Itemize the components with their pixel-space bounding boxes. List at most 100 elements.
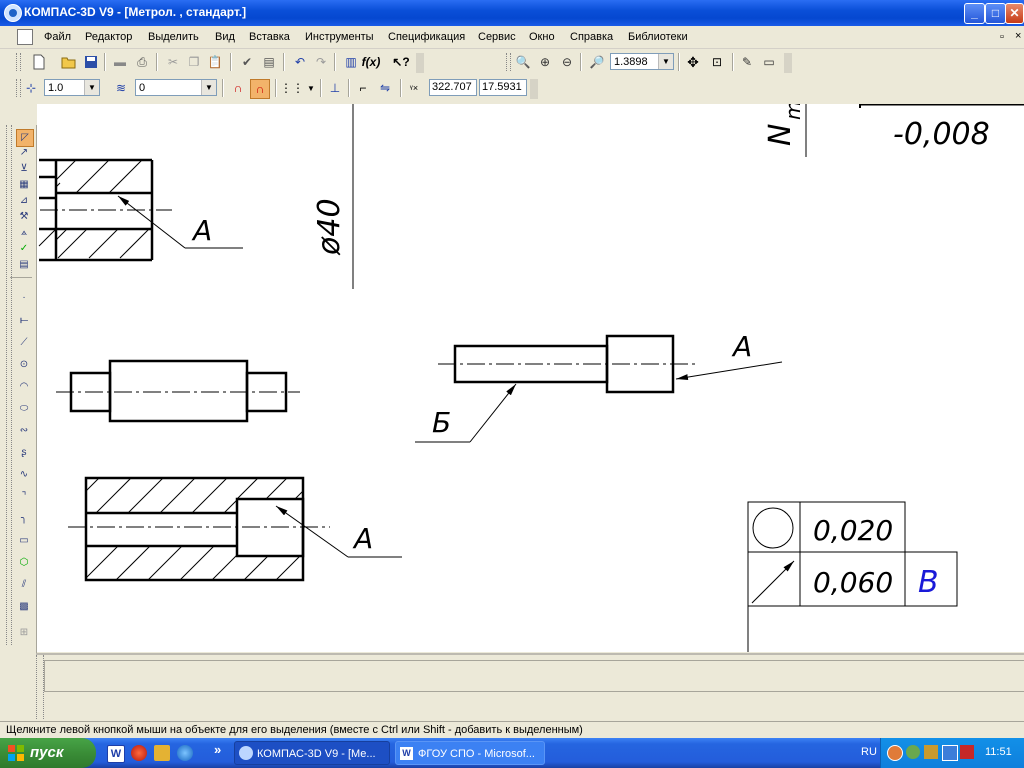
ellipse-tool-icon[interactable]: ⬭ (16, 401, 32, 417)
tray-shield-icon[interactable] (942, 745, 958, 761)
zoom-in-icon[interactable]: ⊕ (536, 53, 554, 71)
nurbs-tool-icon[interactable]: ʂ (16, 445, 32, 461)
menu-insert[interactable]: Вставка (249, 31, 290, 43)
toolbar-grip[interactable] (506, 53, 511, 71)
round-icon[interactable]: ⌐ (354, 79, 372, 97)
word-quicklaunch-icon[interactable]: W (107, 745, 125, 763)
title-bar[interactable]: КОМПАС-3D V9 - [Метрол. , стандарт.] _ □… (0, 0, 1024, 26)
tray-expand-icon[interactable] (887, 745, 903, 761)
variables-icon[interactable]: ▥ (342, 53, 360, 71)
new-icon[interactable] (30, 53, 48, 71)
style-combo[interactable]: 1.0 ▼ (44, 79, 100, 96)
menu-libraries[interactable]: Библиотеки (628, 31, 688, 43)
drawing-svg[interactable]: A A Б A -0,008 0,020 0,060 B ø40 N ma (37, 104, 1024, 652)
open-icon[interactable] (60, 53, 78, 71)
shaft-part-right[interactable] (415, 334, 783, 443)
sleeve-part-bottom[interactable] (68, 476, 402, 582)
diameter-label[interactable]: ø40 (312, 198, 347, 256)
label-a-top[interactable]: A (191, 214, 212, 247)
n-subscript[interactable]: ma (781, 104, 805, 120)
language-indicator[interactable]: RU (861, 746, 877, 758)
stepped-shaft-part[interactable] (56, 359, 300, 423)
params-icon[interactable]: ⇋ (376, 79, 394, 97)
measure-tab-icon[interactable]: ⚒ (16, 209, 32, 225)
maximize-button[interactable]: □ (985, 3, 1006, 24)
close-button[interactable]: ✕ (1005, 3, 1024, 24)
start-button[interactable]: пуск (0, 738, 96, 768)
toolbar-grip[interactable] (16, 79, 21, 97)
arc-tool-icon[interactable]: ◠ (16, 379, 32, 395)
preview-icon[interactable]: ⎙ (133, 53, 151, 71)
toolbar-overflow-icon[interactable] (416, 53, 424, 73)
reports-tab-icon[interactable]: ▤ (16, 257, 32, 273)
select-tab-icon[interactable]: ⟑ (16, 225, 32, 241)
snap-local-icon[interactable]: ∩ (250, 79, 270, 99)
circle-tool-icon[interactable]: ⊙ (16, 357, 32, 373)
snap-icon[interactable]: ∩ (229, 79, 247, 97)
parametrization-tab-icon[interactable]: ⊿ (16, 193, 32, 209)
ie-quicklaunch-icon[interactable] (177, 745, 193, 761)
properties-icon[interactable]: ✔ (238, 53, 256, 71)
kompas-app-icon[interactable] (4, 4, 22, 22)
n-label[interactable]: N (763, 124, 798, 146)
auxiliary-line-tool-icon[interactable]: ⟝ (16, 313, 32, 329)
toolbar-overflow-icon[interactable] (530, 79, 538, 99)
dimensions-tab-icon[interactable]: ↗ (16, 145, 32, 161)
segment-tool-icon[interactable]: ⟋ (16, 335, 32, 351)
display-mode-icon[interactable]: ▭ (760, 53, 778, 71)
menu-specification[interactable]: Спецификация (388, 31, 465, 43)
label-a-right[interactable]: A (731, 330, 752, 363)
fillet-tool-icon[interactable]: ╮ (16, 511, 32, 527)
copy-icon[interactable]: ❐ (185, 53, 203, 71)
polygon-tool-icon[interactable]: ⬡ (16, 555, 32, 571)
document-icon[interactable] (17, 29, 33, 45)
menu-file[interactable]: Файл (44, 31, 71, 43)
roundness-value[interactable]: 0,020 (813, 514, 893, 547)
edit-tab-icon[interactable]: ▦ (16, 177, 32, 193)
undo-icon[interactable]: ↶ (291, 53, 309, 71)
menu-view[interactable]: Вид (215, 31, 235, 43)
toolbar-overflow-icon[interactable] (784, 53, 792, 73)
menu-window[interactable]: Окно (529, 31, 555, 43)
pan-icon[interactable]: ✥ (684, 53, 702, 71)
runout-value[interactable]: 0,060 (813, 566, 893, 599)
drawing-canvas[interactable]: A A Б A -0,008 0,020 0,060 B ø40 N ma (37, 104, 1024, 652)
hatch-tool-icon[interactable]: ⫽ (16, 577, 32, 593)
mdi-close-icon[interactable]: × (1015, 30, 1021, 42)
mdi-minimize-icon[interactable]: ▫ (1000, 31, 1004, 43)
paste-icon[interactable]: 📋 (206, 53, 224, 71)
fx-icon[interactable]: f(x) (362, 53, 381, 71)
tray-network-icon[interactable] (906, 745, 920, 759)
layers-icon[interactable]: ≋ (112, 79, 130, 97)
tray-antivirus-icon[interactable] (924, 745, 938, 759)
menu-service[interactable]: Сервис (478, 31, 516, 43)
bushing-part-top[interactable] (38, 158, 243, 262)
chevron-down-icon[interactable]: ▼ (84, 80, 99, 95)
menu-help[interactable]: Справка (570, 31, 613, 43)
local-cs-icon[interactable]: ⊹ (22, 79, 40, 97)
redo-icon[interactable]: ↷ (312, 53, 330, 71)
rectangle-tool-icon[interactable]: ▭ (16, 533, 32, 549)
collection-tool-icon[interactable]: ⊞ (16, 625, 32, 641)
context-help-icon[interactable]: ↖? (392, 53, 410, 71)
manager-icon[interactable]: ▤ (260, 53, 278, 71)
opera-quicklaunch-icon[interactable] (131, 745, 147, 761)
zoom-icon[interactable]: 🔍 (514, 53, 532, 71)
spec-tab-icon[interactable]: ✓ (16, 241, 32, 257)
layer-combo[interactable]: 0 ▼ (135, 79, 217, 96)
base-letter[interactable]: B (918, 565, 939, 600)
zoom-out-icon[interactable]: ⊖ (558, 53, 576, 71)
tray-app-icon[interactable] (960, 745, 974, 759)
clock[interactable]: 11:51 (985, 746, 1012, 758)
cut-icon[interactable]: ✂ (164, 53, 182, 71)
media-quicklaunch-icon[interactable] (154, 745, 170, 761)
coord-y-field[interactable]: 17.5931 (479, 79, 527, 96)
point-tool-icon[interactable]: · (16, 290, 32, 306)
panel-grip[interactable] (6, 125, 12, 645)
show-all-icon[interactable]: ⊡ (708, 53, 726, 71)
chevron-down-icon[interactable]: ▼ (201, 80, 216, 95)
zoom-frame-icon[interactable]: 🔎 (588, 53, 606, 71)
chevron-down-icon[interactable]: ▼ (658, 54, 673, 69)
label-b[interactable]: Б (432, 406, 451, 439)
print-icon[interactable]: ▬ (111, 53, 129, 71)
